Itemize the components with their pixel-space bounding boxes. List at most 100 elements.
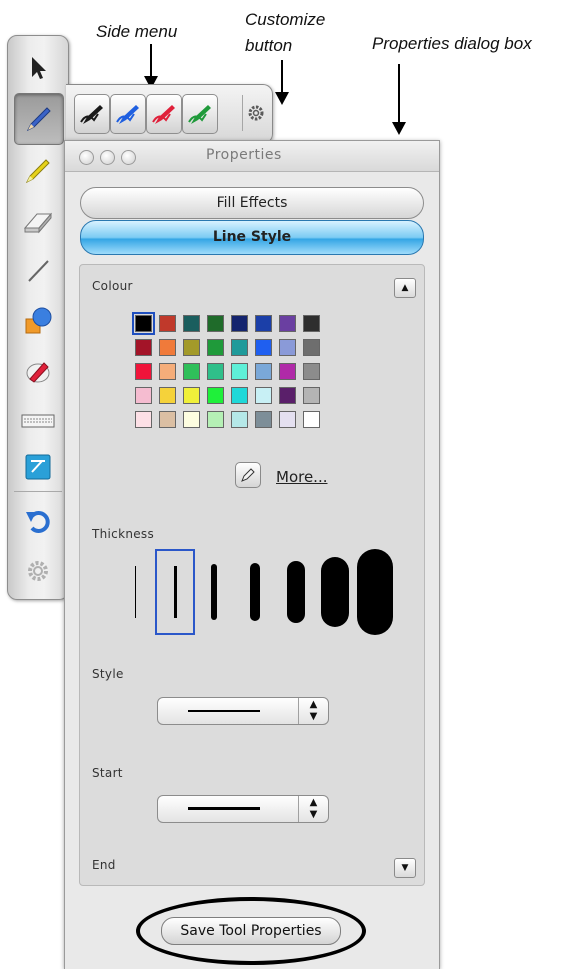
colour-swatch[interactable] bbox=[183, 363, 200, 380]
colour-swatch[interactable] bbox=[132, 312, 155, 335]
toolbar-divider bbox=[14, 491, 62, 492]
colour-swatch[interactable] bbox=[207, 387, 224, 404]
colour-swatch[interactable] bbox=[135, 363, 152, 380]
line-icon bbox=[28, 260, 49, 282]
black-pen-button[interactable] bbox=[74, 94, 110, 134]
colour-swatch[interactable] bbox=[159, 411, 176, 428]
customize-annotation-line2: button bbox=[245, 36, 293, 55]
thickness-option[interactable] bbox=[241, 549, 269, 635]
colour-swatch[interactable] bbox=[159, 363, 176, 380]
customize-annotation-line1: Customize bbox=[245, 10, 326, 29]
thickness-option[interactable] bbox=[317, 549, 353, 635]
highlighter-icon bbox=[25, 159, 50, 184]
thickness-label: Thickness bbox=[92, 527, 155, 541]
fill-effects-tab[interactable]: Fill Effects bbox=[80, 187, 424, 219]
close-window-button[interactable] bbox=[79, 150, 94, 165]
colour-swatch[interactable] bbox=[207, 339, 224, 356]
colour-swatch[interactable] bbox=[303, 411, 320, 428]
keyboard-tool-button[interactable] bbox=[14, 396, 62, 446]
minimize-window-button[interactable] bbox=[100, 150, 115, 165]
thickness-option[interactable] bbox=[355, 549, 395, 635]
style-select[interactable]: ▲ ▼ bbox=[157, 697, 329, 725]
colour-swatch[interactable] bbox=[279, 315, 296, 332]
colour-swatch[interactable] bbox=[255, 363, 272, 380]
colour-swatch[interactable] bbox=[183, 387, 200, 404]
style-stepper[interactable]: ▲ ▼ bbox=[298, 698, 328, 724]
colour-swatch[interactable] bbox=[231, 387, 248, 404]
colour-swatch[interactable] bbox=[159, 315, 176, 332]
expand-down-button[interactable]: ▼ bbox=[394, 858, 416, 878]
colour-swatch[interactable] bbox=[135, 387, 152, 404]
customize-arrow-head bbox=[275, 92, 289, 105]
blue-pen-button[interactable] bbox=[110, 94, 146, 134]
colour-swatch[interactable] bbox=[135, 411, 152, 428]
window-title: Properties bbox=[206, 147, 282, 163]
colour-swatch[interactable] bbox=[279, 363, 296, 380]
colour-swatch[interactable] bbox=[279, 411, 296, 428]
undo-icon bbox=[26, 511, 50, 533]
colour-swatch[interactable] bbox=[255, 411, 272, 428]
colour-swatch[interactable] bbox=[207, 315, 224, 332]
properties-titlebar[interactable]: Properties bbox=[65, 141, 439, 172]
notebook-icon bbox=[25, 454, 51, 480]
eraser-tool-button[interactable] bbox=[14, 196, 62, 246]
customize-button[interactable] bbox=[242, 95, 269, 131]
pen-icon bbox=[26, 107, 51, 132]
properties-window: Properties Fill Effects Line Style Colou… bbox=[64, 140, 440, 969]
eyedropper-button[interactable] bbox=[235, 462, 261, 488]
black-pen-icon bbox=[80, 105, 103, 124]
properties-arrow-head bbox=[392, 122, 406, 135]
colour-swatch[interactable] bbox=[231, 315, 248, 332]
start-select[interactable]: ▲ ▼ bbox=[157, 795, 329, 823]
highlighter-tool-button[interactable] bbox=[14, 146, 62, 196]
undo-tool-button[interactable] bbox=[14, 496, 62, 546]
line-tool-button[interactable] bbox=[14, 246, 62, 296]
start-stepper[interactable]: ▲ ▼ bbox=[298, 796, 328, 822]
properties-annotation: Properties dialog box bbox=[372, 34, 532, 53]
colour-swatch[interactable] bbox=[303, 363, 320, 380]
colour-swatch[interactable] bbox=[183, 411, 200, 428]
colour-swatch[interactable] bbox=[255, 387, 272, 404]
properties-arrow bbox=[398, 64, 400, 124]
colour-swatch[interactable] bbox=[303, 315, 320, 332]
thickness-option-selected[interactable] bbox=[155, 549, 195, 635]
red-pen-button[interactable] bbox=[146, 94, 182, 134]
zoom-window-button[interactable] bbox=[121, 150, 136, 165]
colour-swatch[interactable] bbox=[255, 315, 272, 332]
gear-icon bbox=[248, 105, 264, 121]
end-label: End bbox=[92, 858, 116, 872]
green-pen-button[interactable] bbox=[182, 94, 218, 134]
line-style-tab[interactable]: Line Style bbox=[80, 220, 424, 255]
notebook-tool-button[interactable] bbox=[14, 442, 62, 492]
colour-swatch[interactable] bbox=[183, 339, 200, 356]
colour-swatch[interactable] bbox=[207, 363, 224, 380]
eyedropper-icon bbox=[241, 468, 255, 482]
colour-swatch[interactable] bbox=[231, 411, 248, 428]
thickness-option[interactable] bbox=[203, 549, 225, 635]
colour-swatch[interactable] bbox=[159, 339, 176, 356]
colour-swatch[interactable] bbox=[159, 387, 176, 404]
colour-swatch[interactable] bbox=[303, 387, 320, 404]
side-menu-arrow bbox=[150, 44, 152, 78]
colour-swatch[interactable] bbox=[207, 411, 224, 428]
colour-swatch[interactable] bbox=[279, 339, 296, 356]
colour-swatch[interactable] bbox=[303, 339, 320, 356]
colour-swatch[interactable] bbox=[183, 315, 200, 332]
select-tool-button[interactable] bbox=[14, 43, 62, 93]
shapes-tool-button[interactable] bbox=[14, 296, 62, 346]
colour-swatch[interactable] bbox=[135, 339, 152, 356]
customize-arrow bbox=[281, 60, 283, 94]
colour-swatch[interactable] bbox=[255, 339, 272, 356]
colour-swatch[interactable] bbox=[231, 363, 248, 380]
pen-tool-button[interactable] bbox=[14, 93, 64, 145]
green-pen-icon bbox=[188, 105, 211, 124]
thickness-option[interactable] bbox=[281, 549, 311, 635]
collapse-up-button[interactable]: ▲ bbox=[394, 278, 416, 298]
settings-tool-button[interactable] bbox=[14, 546, 62, 596]
arrow-pointer-icon bbox=[32, 57, 46, 79]
colour-swatch[interactable] bbox=[231, 339, 248, 356]
colour-swatch[interactable] bbox=[279, 387, 296, 404]
thickness-option[interactable] bbox=[125, 549, 145, 635]
more-colours-link[interactable]: More... bbox=[276, 468, 328, 486]
magic-pen-tool-button[interactable] bbox=[14, 346, 62, 396]
